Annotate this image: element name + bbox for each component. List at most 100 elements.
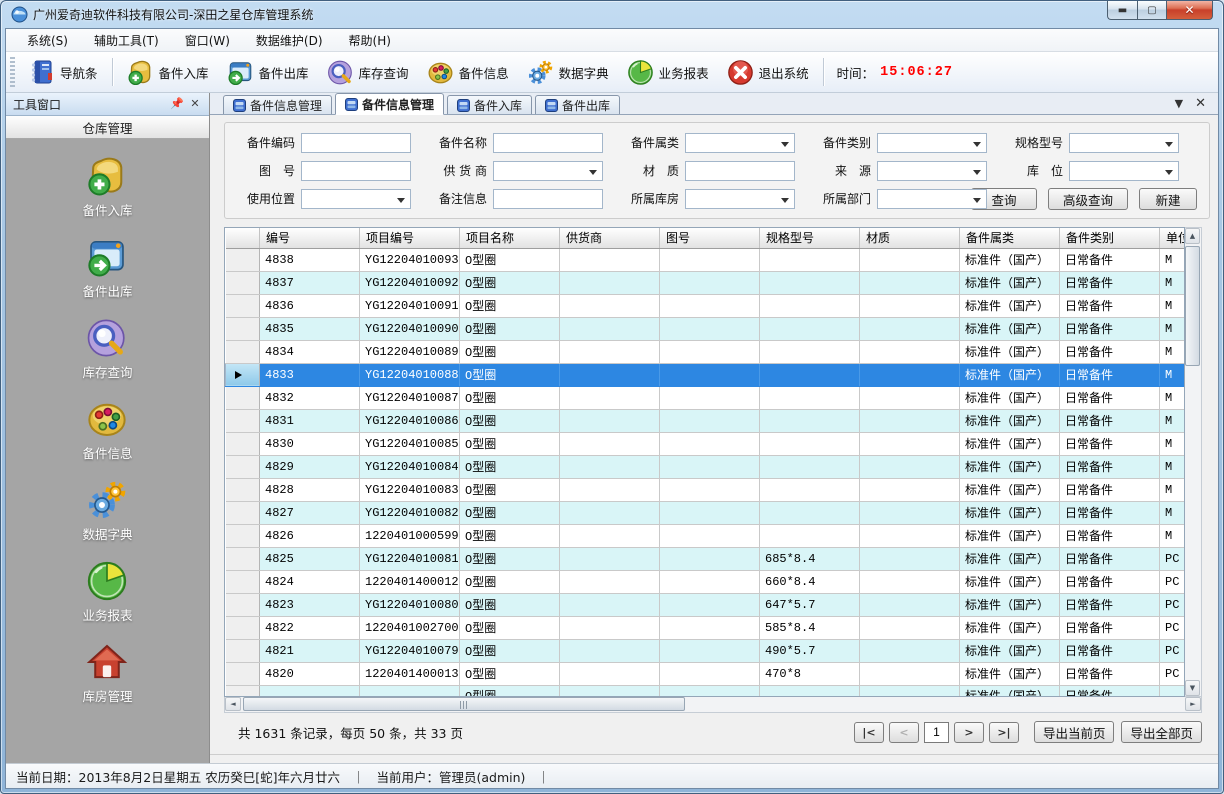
remark-field[interactable] [493,189,603,209]
row-selector-cell[interactable] [226,593,260,616]
column-header-unit[interactable]: 单位 [1160,228,1186,248]
table-row-4826[interactable]: 48261220401000599O型圈标准件（国产）日常备件M [226,524,1186,547]
row-selector-cell[interactable] [226,317,260,340]
supplier-select[interactable] [493,161,603,181]
table-row-4838[interactable]: 4838YG12204010093O型圈标准件（国产）日常备件M [226,248,1186,271]
tab-part-info-mgmt-1[interactable]: 备件信息管理 [223,95,332,114]
column-header-part-id[interactable]: 编号 [260,228,360,248]
toolbar-button-part-inbound[interactable]: 备件入库 [118,54,218,90]
advanced-query-button[interactable]: 高级查询 [1048,188,1128,210]
sidebar-close-icon[interactable]: ✕ [188,97,202,111]
tab-list-dropdown-icon[interactable]: ▼ [1175,98,1183,109]
row-selector-cell[interactable] [226,685,260,697]
column-header-part-class[interactable]: 备件属类 [960,228,1060,248]
toolbar-button-data-dict[interactable]: 数据字典 [518,54,618,90]
first-page-button[interactable]: |< [854,722,884,743]
part-code-field[interactable] [301,133,411,153]
table-row-4836[interactable]: 4836YG12204010091O型圈标准件（国产）日常备件M [226,294,1186,317]
prev-page-button[interactable]: < [889,722,919,743]
scroll-down-icon[interactable]: ▼ [1185,680,1200,696]
table-row-4827[interactable]: 4827YG12204010082O型圈标准件（国产）日常备件M [226,501,1186,524]
column-header-row-selector[interactable] [226,228,260,248]
table-row-4824[interactable]: 48241220401400012O型圈660*8.4标准件（国产）日常备件PC [226,570,1186,593]
material-field[interactable] [685,161,795,181]
table-row-4823[interactable]: 4823YG12204010080O型圈647*5.7标准件（国产）日常备件PC [226,593,1186,616]
sidebar-item-data-dict[interactable]: 数据字典 [72,475,142,547]
row-selector-cell[interactable] [226,547,260,570]
table-row-4828[interactable]: 4828YG12204010083O型圈标准件（国产）日常备件M [226,478,1186,501]
row-selector-cell[interactable] [226,432,260,455]
toolbar-button-biz-report[interactable]: 业务报表 [618,54,718,90]
table-row-4837[interactable]: 4837YG12204010092O型圈标准件（国产）日常备件M [226,271,1186,294]
v-scroll-thumb[interactable] [1185,246,1200,366]
location-select[interactable] [1069,161,1179,181]
spec-model-select[interactable] [1069,133,1179,153]
row-selector-cell[interactable] [226,386,260,409]
department-select[interactable] [877,189,987,209]
part-name-field[interactable] [493,133,603,153]
table-row-4821[interactable]: 4821YG12204010079O型圈490*5.7标准件（国产）日常备件PC [226,639,1186,662]
tab-part-info-mgmt-2[interactable]: 备件信息管理 [335,93,444,115]
toolbar-button-exit-system[interactable]: 退出系统 [718,54,818,90]
h-scroll-track[interactable] [241,697,1185,712]
export-current-button[interactable]: 导出当前页 [1034,721,1115,743]
tab-close-icon[interactable]: ✕ [1195,97,1206,110]
table-row-4829[interactable]: 4829YG12204010084O型圈标准件（国产）日常备件M [226,455,1186,478]
table-row-4831[interactable]: 4831YG12204010086O型圈标准件（国产）日常备件M [226,409,1186,432]
row-selector-cell[interactable] [226,340,260,363]
tab-part-inbound[interactable]: 备件入库 [447,95,532,114]
table-row-4825[interactable]: 4825YG12204010081O型圈685*8.4标准件（国产）日常备件PC [226,547,1186,570]
next-page-button[interactable]: > [954,722,984,743]
toolbar-button-stock-query[interactable]: 库存查询 [318,54,418,90]
menu-item-4[interactable]: 帮助(H) [336,29,404,52]
h-scroll-thumb[interactable] [243,697,685,711]
menu-item-2[interactable]: 窗口(W) [172,29,243,52]
sidebar-item-warehouse-mgmt[interactable]: 库房管理 [72,637,142,709]
row-selector-cell[interactable] [226,455,260,478]
row-selector-cell[interactable] [226,524,260,547]
row-selector-cell[interactable] [226,363,260,386]
column-header-supplier[interactable]: 供货商 [560,228,660,248]
sidebar-section-warehouse[interactable]: 仓库管理 [6,116,209,139]
menu-item-0[interactable]: 系统(S) [14,29,81,52]
h-scrollbar[interactable]: ◄ ► [224,697,1202,713]
row-selector-cell[interactable] [226,501,260,524]
row-selector-cell[interactable] [226,570,260,593]
row-selector-cell[interactable] [226,248,260,271]
close-button[interactable]: ✕ [1166,1,1213,20]
last-page-button[interactable]: >| [989,722,1019,743]
table-row-4830[interactable]: 4830YG12204010085O型圈标准件（国产）日常备件M [226,432,1186,455]
column-header-part-type[interactable]: 备件类别 [1060,228,1160,248]
pin-icon[interactable]: 📌 [170,97,184,111]
row-selector-cell[interactable] [226,478,260,501]
column-header-figure-no[interactable]: 图号 [660,228,760,248]
table-row-4822[interactable]: 48221220401002700O型圈585*8.4标准件（国产）日常备件PC [226,616,1186,639]
table-row-partial[interactable]: O型圈标准件（国产）日常备件 [226,685,1186,697]
table-row-4820[interactable]: 48201220401400013O型圈470*8标准件（国产）日常备件PC [226,662,1186,685]
sidebar-item-part-outbound[interactable]: 备件出库 [72,232,142,304]
part-class-select[interactable] [685,133,795,153]
scroll-right-icon[interactable]: ► [1185,697,1201,711]
export-all-button[interactable]: 导出全部页 [1121,721,1202,743]
part-type-select[interactable] [877,133,987,153]
column-header-project-code[interactable]: 项目编号 [360,228,460,248]
maximize-button[interactable]: ▢ [1137,1,1166,20]
page-input[interactable] [924,722,949,743]
sidebar-item-part-inbound[interactable]: 备件入库 [72,151,142,223]
toolbar-button-part-info[interactable]: 备件信息 [418,54,518,90]
row-selector-cell[interactable] [226,271,260,294]
source-select[interactable] [877,161,987,181]
toolbar-button-part-outbound[interactable]: 备件出库 [218,54,318,90]
minimize-button[interactable]: ▬ [1107,1,1137,20]
sidebar-item-stock-query[interactable]: 库存查询 [72,313,142,385]
column-header-spec-model[interactable]: 规格型号 [760,228,860,248]
tab-part-outbound[interactable]: 备件出库 [535,95,620,114]
sidebar-item-part-info[interactable]: 备件信息 [72,394,142,466]
v-scroll-track[interactable] [1185,244,1201,680]
new-button[interactable]: 新建 [1139,188,1197,210]
table-row-4833[interactable]: 4833YG12204010088O型圈标准件（国产）日常备件M [226,363,1186,386]
row-selector-cell[interactable] [226,409,260,432]
v-scrollbar[interactable]: ▲ ▼ [1185,227,1202,697]
scroll-left-icon[interactable]: ◄ [225,697,241,711]
menu-item-1[interactable]: 辅助工具(T) [81,29,172,52]
